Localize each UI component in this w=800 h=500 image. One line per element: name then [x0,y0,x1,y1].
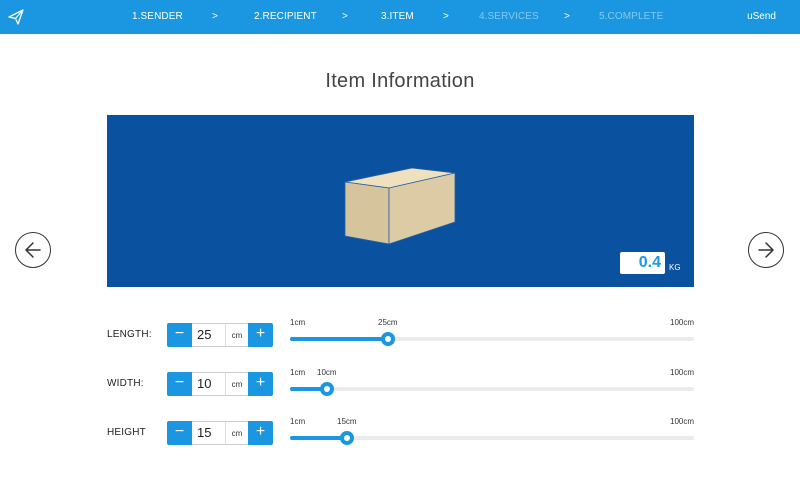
arrow-right-icon [758,242,774,258]
brand-name[interactable]: uSend [747,11,776,22]
slider-min-label: 1cm [290,417,306,426]
slider-thumb[interactable] [340,431,354,445]
slider-fill [290,337,388,341]
height-label: HEIGHT [107,427,146,438]
step-separator: > [564,11,570,22]
step-services: 4.SERVICES [479,11,539,22]
slider-min-label: 1cm [290,368,306,377]
previous-button[interactable] [15,232,51,268]
arrow-left-icon [25,242,41,258]
slider-max-label: 100cm [670,318,695,327]
box-illustration [344,167,456,245]
height-stepper: − 15 cm + [167,421,273,445]
step-separator: > [212,11,218,22]
width-label: WIDTH: [107,378,144,389]
height-decrement-button[interactable]: − [167,421,192,445]
slider-thumb[interactable] [381,332,395,346]
height-input[interactable]: 15 [192,421,226,445]
weight-unit: KG [669,263,681,272]
slider-max-label: 100cm [670,368,695,377]
width-unit: cm [226,372,248,396]
height-unit: cm [226,421,248,445]
width-increment-button[interactable]: + [248,372,273,396]
width-decrement-button[interactable]: − [167,372,192,396]
slider-current-label: 10cm [317,368,337,377]
length-input[interactable]: 25 [192,323,226,347]
height-increment-button[interactable]: + [248,421,273,445]
length-increment-button[interactable]: + [248,323,273,347]
page-title: Item Information [325,70,475,92]
paper-plane-icon[interactable] [7,8,25,26]
step-complete: 5.COMPLETE [599,11,664,22]
length-decrement-button[interactable]: − [167,323,192,347]
length-label: LENGTH: [107,329,152,340]
width-stepper: − 10 cm + [167,372,273,396]
step-recipient[interactable]: 2.RECIPIENT [254,11,317,22]
step-sender[interactable]: 1.SENDER [132,11,183,22]
length-unit: cm [226,323,248,347]
step-separator: > [342,11,348,22]
slider-current-label: 15cm [337,417,357,426]
slider-current-label: 25cm [378,318,398,327]
weight-display: 0.4 [620,252,665,274]
height-slider[interactable]: 1cm 15cm 100cm [290,417,694,447]
next-button[interactable] [748,232,784,268]
length-stepper: − 25 cm + [167,323,273,347]
slider-track[interactable] [290,387,694,391]
width-slider[interactable]: 1cm 10cm 100cm [290,368,694,398]
slider-fill [290,436,347,440]
slider-thumb[interactable] [320,382,334,396]
step-separator: > [443,11,449,22]
width-input[interactable]: 10 [192,372,226,396]
item-preview-panel: 0.4 KG [107,115,694,287]
slider-max-label: 100cm [670,417,695,426]
weight-value: 0.4 [638,254,661,271]
slider-min-label: 1cm [290,318,306,327]
step-item[interactable]: 3.ITEM [381,11,414,22]
length-slider[interactable]: 1cm 25cm 100cm [290,318,694,348]
top-bar: 1.SENDER > 2.RECIPIENT > 3.ITEM > 4.SERV… [0,0,800,34]
